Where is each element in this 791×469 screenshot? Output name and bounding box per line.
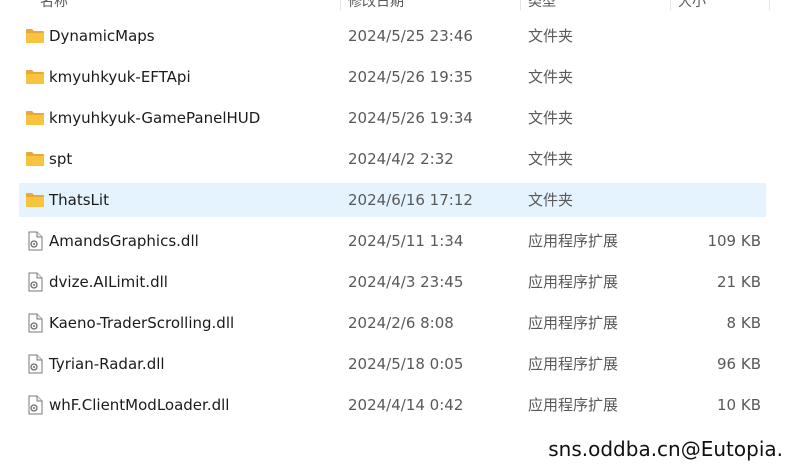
file-row[interactable]: AmandsGraphics.dll 2024/5/11 1:34 应用程序扩展 10… — [19, 224, 766, 258]
modified-date: 2024/4/14 0:42 — [348, 396, 464, 414]
folder-icon — [25, 27, 45, 45]
file-size: 21 KB — [717, 273, 761, 291]
file-type: 应用程序扩展 — [528, 396, 619, 414]
file-type: 文件夹 — [528, 109, 574, 127]
file-name: ThatsLit — [49, 191, 109, 209]
modified-date: 2024/5/18 0:05 — [348, 355, 464, 373]
file-row[interactable]: dvize.AILimit.dll 2024/4/3 23:45 应用程序扩展 21 … — [19, 265, 766, 299]
column-header-date[interactable]: 修改日期 — [348, 0, 404, 10]
folder-icon — [25, 191, 45, 209]
column-divider[interactable] — [520, 0, 521, 10]
watermark-text: sns.oddba.cn@Eutopia. — [548, 437, 783, 461]
dll-file-icon — [25, 313, 45, 333]
file-type: 应用程序扩展 — [528, 314, 619, 332]
file-row[interactable]: Kaeno-TraderScrolling.dll 2024/2/6 8:08 应用… — [19, 306, 766, 340]
modified-date: 2024/2/6 8:08 — [348, 314, 454, 332]
modified-date: 2024/5/26 19:34 — [348, 109, 473, 127]
file-type: 应用程序扩展 — [528, 355, 619, 373]
modified-date: 2024/4/3 23:45 — [348, 273, 464, 291]
dll-file-icon — [25, 231, 45, 251]
file-type: 文件夹 — [528, 191, 574, 209]
column-header-type[interactable]: 类型 — [528, 0, 556, 10]
file-name: kmyuhkyuk-GamePanelHUD — [49, 109, 261, 127]
dll-file-icon — [25, 395, 45, 415]
file-name: DynamicMaps — [49, 27, 155, 45]
folder-icon — [25, 109, 45, 127]
column-divider[interactable] — [340, 0, 341, 10]
file-name: Tyrian-Radar.dll — [49, 355, 165, 373]
file-name: spt — [49, 150, 73, 168]
file-size: 8 KB — [726, 314, 761, 332]
folder-icon — [25, 68, 45, 86]
modified-date: 2024/5/25 23:46 — [348, 27, 473, 45]
file-type: 应用程序扩展 — [528, 232, 619, 250]
file-row[interactable]: Tyrian-Radar.dll 2024/5/18 0:05 应用程序扩展 96 K… — [19, 347, 766, 381]
dll-file-icon — [25, 272, 45, 292]
column-header-name[interactable]: 名称 — [40, 0, 68, 10]
file-row[interactable]: whF.ClientModLoader.dll 2024/4/14 0:42 应用程… — [19, 388, 766, 422]
file-name: dvize.AILimit.dll — [49, 273, 168, 291]
modified-date: 2024/5/26 19:35 — [348, 68, 473, 86]
file-type: 文件夹 — [528, 68, 574, 86]
file-row[interactable]: kmyuhkyuk-EFTApi 2024/5/26 19:35 文件夹 — [19, 60, 766, 94]
file-name: kmyuhkyuk-EFTApi — [49, 68, 191, 86]
file-name: whF.ClientModLoader.dll — [49, 396, 230, 414]
file-row[interactable]: ThatsLit 2024/6/16 17:12 文件夹 — [19, 183, 766, 217]
folder-icon — [25, 150, 45, 168]
column-divider[interactable] — [670, 0, 671, 10]
file-type: 文件夹 — [528, 27, 574, 45]
dll-file-icon — [25, 354, 45, 374]
file-size: 109 KB — [707, 232, 761, 250]
modified-date: 2024/4/2 2:32 — [348, 150, 454, 168]
file-name: Kaeno-TraderScrolling.dll — [49, 314, 235, 332]
modified-date: 2024/6/16 17:12 — [348, 191, 473, 209]
file-size: 96 KB — [717, 355, 761, 373]
modified-date: 2024/5/11 1:34 — [348, 232, 464, 250]
column-divider[interactable] — [769, 0, 770, 10]
file-row[interactable]: kmyuhkyuk-GamePanelHUD 2024/5/26 19:34 文件夹 — [19, 101, 766, 135]
file-type: 文件夹 — [528, 150, 574, 168]
file-row[interactable]: DynamicMaps 2024/5/25 23:46 文件夹 — [19, 19, 766, 53]
column-header-size[interactable]: 大小 — [678, 0, 706, 10]
file-name: AmandsGraphics.dll — [49, 232, 199, 250]
file-row[interactable]: spt 2024/4/2 2:32 文件夹 — [19, 142, 766, 176]
file-type: 应用程序扩展 — [528, 273, 619, 291]
file-size: 10 KB — [717, 396, 761, 414]
column-header: 名称 修改日期 类型 大小 — [0, 0, 791, 10]
